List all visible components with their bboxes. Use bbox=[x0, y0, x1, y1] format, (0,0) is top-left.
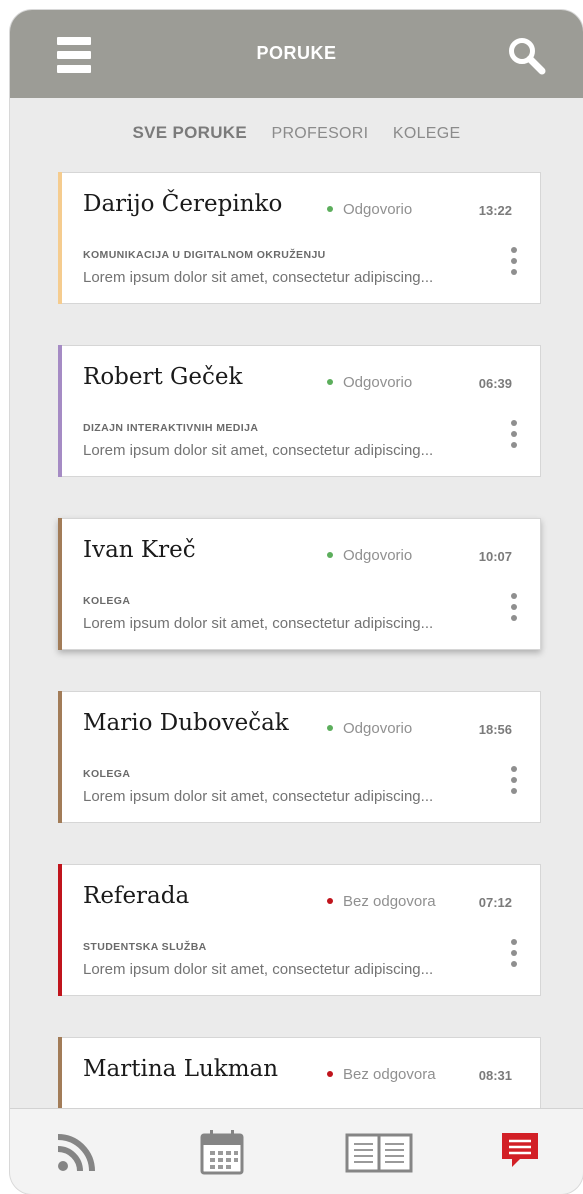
message-card[interactable]: Mario Dubovečak Odgovorio 18:56 KOLEGA Lorem… bbox=[58, 691, 541, 823]
category-accent-bar bbox=[58, 172, 62, 304]
category-accent-bar bbox=[58, 518, 62, 650]
status-dot bbox=[327, 379, 333, 386]
message-preview: Lorem ipsum dolor sit amet, consectetur … bbox=[83, 615, 434, 632]
sender-name: Ivan Kreč bbox=[83, 537, 196, 563]
message-card[interactable]: Robert Geček Odgovorio 06:39 DIZAJN INTERAK… bbox=[58, 345, 541, 477]
more-options-icon[interactable] bbox=[510, 939, 518, 975]
bottom-navigation bbox=[10, 1108, 583, 1194]
sender-name: Referada bbox=[83, 883, 190, 909]
reply-status: Bez odgovora bbox=[327, 893, 436, 910]
message-time: 06:39 bbox=[478, 376, 512, 391]
message-filter-tabs: SVE PORUKE PROFESORI KOLEGE bbox=[10, 123, 583, 143]
app-screen: PORUKE SVE PORUKE PROFESORI KOLEGE Darij… bbox=[10, 10, 583, 1194]
calendar-icon[interactable] bbox=[198, 1127, 246, 1177]
reply-status-label: Odgovorio bbox=[343, 720, 413, 737]
more-options-icon[interactable] bbox=[510, 247, 518, 283]
sender-name: Martina Lukman bbox=[83, 1056, 279, 1082]
message-time: 10:07 bbox=[478, 549, 512, 564]
reply-status-label: Odgovorio bbox=[343, 374, 413, 391]
category-accent-bar bbox=[58, 691, 62, 823]
message-subject: KOLEGA bbox=[83, 595, 131, 607]
message-preview: Lorem ipsum dolor sit amet, consectetur … bbox=[83, 442, 434, 459]
search-icon[interactable] bbox=[507, 36, 547, 76]
message-time: 07:12 bbox=[478, 895, 512, 910]
more-options-icon[interactable] bbox=[510, 420, 518, 456]
reply-status-label: Odgovorio bbox=[343, 201, 413, 218]
reply-status-label: Bez odgovora bbox=[343, 1066, 436, 1083]
header-bar: PORUKE bbox=[10, 10, 583, 98]
reply-status: Odgovorio bbox=[327, 547, 412, 564]
status-dot bbox=[327, 898, 333, 905]
status-dot bbox=[327, 1071, 333, 1078]
message-card[interactable]: Darijo Čerepinko Odgovorio 13:22 KOMUNIKACI… bbox=[58, 172, 541, 304]
reply-status: Bez odgovora bbox=[327, 1066, 436, 1083]
message-preview: Lorem ipsum dolor sit amet, consectetur … bbox=[83, 788, 434, 805]
reply-status-label: Odgovorio bbox=[343, 547, 413, 564]
message-subject: KOMUNIKACIJA U DIGITALNOM OKRUŽENJU bbox=[83, 249, 326, 261]
reply-status: Odgovorio bbox=[327, 374, 412, 391]
rss-feed-icon[interactable] bbox=[52, 1127, 100, 1177]
message-card[interactable]: Referada Bez odgovora 07:12 STUDENTSKA SLUŽ… bbox=[58, 864, 541, 996]
messages-icon[interactable] bbox=[496, 1127, 544, 1177]
sender-name: Robert Geček bbox=[83, 364, 243, 390]
reply-status: Odgovorio bbox=[327, 201, 412, 218]
more-options-icon[interactable] bbox=[510, 766, 518, 802]
sender-name: Mario Dubovečak bbox=[83, 710, 289, 736]
reply-status-label: Bez odgovora bbox=[343, 893, 436, 910]
message-time: 08:31 bbox=[478, 1068, 512, 1083]
sender-name: Darijo Čerepinko bbox=[83, 191, 283, 217]
message-time: 13:22 bbox=[478, 203, 512, 218]
message-preview: Lorem ipsum dolor sit amet, consectetur … bbox=[83, 961, 434, 978]
message-subject: STUDENTSKA SLUŽBA bbox=[83, 941, 207, 953]
category-accent-bar bbox=[58, 345, 62, 477]
page-title: PORUKE bbox=[256, 43, 337, 63]
message-time: 18:56 bbox=[478, 722, 512, 737]
message-subject: KOLEGA bbox=[83, 768, 131, 780]
status-dot bbox=[327, 725, 333, 732]
tab-colleagues[interactable]: KOLEGE bbox=[393, 125, 461, 143]
tab-all-messages[interactable]: SVE PORUKE bbox=[133, 123, 247, 143]
status-dot bbox=[327, 206, 333, 213]
message-preview: Lorem ipsum dolor sit amet, consectetur … bbox=[83, 269, 434, 286]
more-options-icon[interactable] bbox=[510, 593, 518, 629]
reply-status: Odgovorio bbox=[327, 720, 412, 737]
tab-professors[interactable]: PROFESORI bbox=[271, 125, 368, 143]
status-dot bbox=[327, 552, 333, 559]
book-icon[interactable] bbox=[344, 1127, 414, 1177]
message-subject: DIZAJN INTERAKTIVNIH MEDIJA bbox=[83, 422, 259, 434]
category-accent-bar bbox=[58, 864, 62, 996]
message-card[interactable]: Ivan Kreč Odgovorio 10:07 KOLEGA Lorem ipsum… bbox=[58, 518, 541, 650]
